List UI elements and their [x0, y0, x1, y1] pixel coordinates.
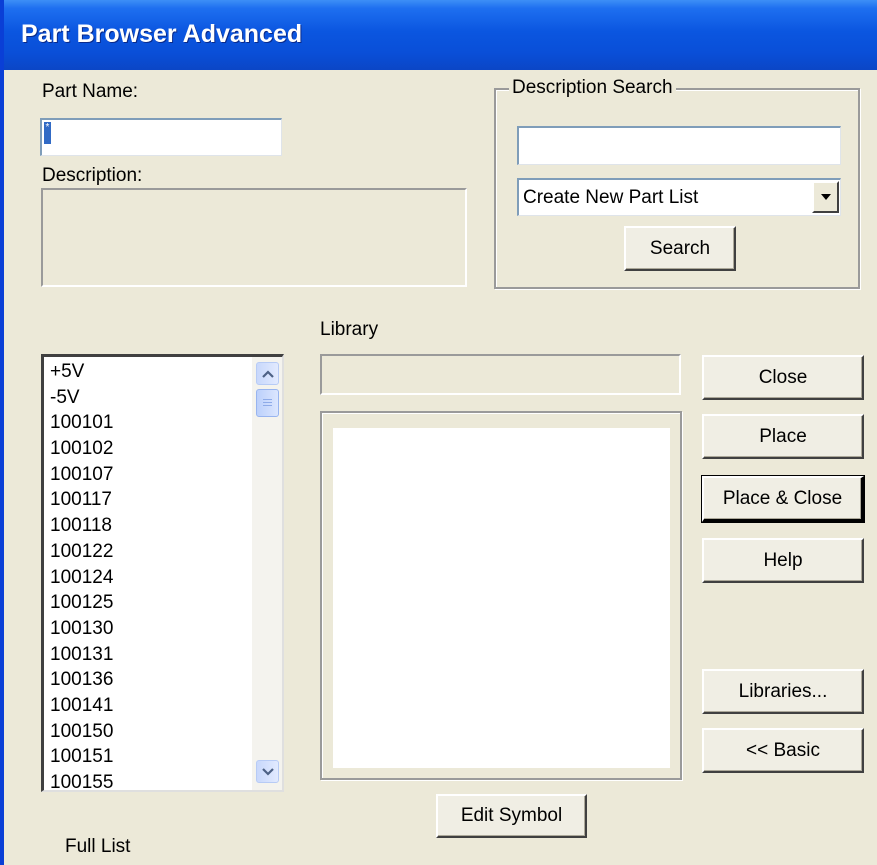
- list-item[interactable]: 100150: [50, 719, 246, 745]
- library-label: Library: [320, 319, 379, 340]
- part-name-value: *: [44, 122, 51, 144]
- list-item[interactable]: 100141: [50, 693, 246, 719]
- list-item[interactable]: 100101: [50, 410, 246, 436]
- list-item[interactable]: 100118: [50, 513, 246, 539]
- list-item[interactable]: 100102: [50, 436, 246, 462]
- parts-list-scrollbar[interactable]: [252, 357, 282, 790]
- description-label: Description:: [42, 165, 143, 186]
- description-search-input[interactable]: [517, 126, 841, 165]
- list-item[interactable]: 100131: [50, 642, 246, 668]
- part-name-label: Part Name:: [42, 81, 139, 102]
- symbol-preview: [333, 428, 670, 768]
- search-button[interactable]: Search: [624, 226, 736, 271]
- title-bar[interactable]: Part Browser Advanced: [4, 0, 877, 70]
- chevron-up-icon[interactable]: [256, 362, 279, 385]
- list-item[interactable]: 100107: [50, 462, 246, 488]
- list-item[interactable]: -5V: [50, 385, 246, 411]
- place-close-button[interactable]: Place & Close: [701, 475, 865, 523]
- list-item[interactable]: 100125: [50, 590, 246, 616]
- symbol-preview-frame: [320, 411, 682, 780]
- list-item[interactable]: 100124: [50, 565, 246, 591]
- parts-list[interactable]: +5V -5V 100101 100102 100107 100117 100118 1001…: [41, 354, 284, 792]
- list-item[interactable]: 100122: [50, 539, 246, 565]
- edit-symbol-button[interactable]: Edit Symbol: [436, 794, 587, 838]
- part-list-mode-value: Create New Part List: [523, 187, 699, 208]
- list-item[interactable]: 100130: [50, 616, 246, 642]
- part-browser-window: Part Browser Advanced Part Name: * Descr…: [0, 0, 877, 865]
- scrollbar-thumb[interactable]: [256, 389, 279, 417]
- list-item[interactable]: 100117: [50, 487, 246, 513]
- full-list-label: Full List: [65, 836, 131, 857]
- part-list-mode-select[interactable]: Create New Part List: [517, 178, 841, 216]
- part-name-input[interactable]: *: [40, 118, 282, 156]
- chevron-down-icon[interactable]: [256, 760, 279, 783]
- help-button[interactable]: Help: [702, 538, 864, 583]
- triangle-down-icon[interactable]: [812, 181, 839, 213]
- list-item[interactable]: 100151: [50, 744, 246, 770]
- list-item[interactable]: +5V: [50, 359, 246, 385]
- description-field: [41, 188, 467, 287]
- place-button[interactable]: Place: [702, 414, 864, 459]
- window-title: Part Browser Advanced: [21, 20, 303, 48]
- library-field: [320, 354, 681, 395]
- libraries-button[interactable]: Libraries...: [702, 669, 864, 714]
- close-button[interactable]: Close: [702, 355, 864, 400]
- list-item[interactable]: 100155: [50, 770, 246, 790]
- description-search-legend: Description Search: [509, 77, 676, 99]
- list-item[interactable]: 100136: [50, 667, 246, 693]
- parts-list-items: +5V -5V 100101 100102 100107 100117 100118 1001…: [50, 359, 246, 790]
- basic-button[interactable]: << Basic: [702, 728, 864, 773]
